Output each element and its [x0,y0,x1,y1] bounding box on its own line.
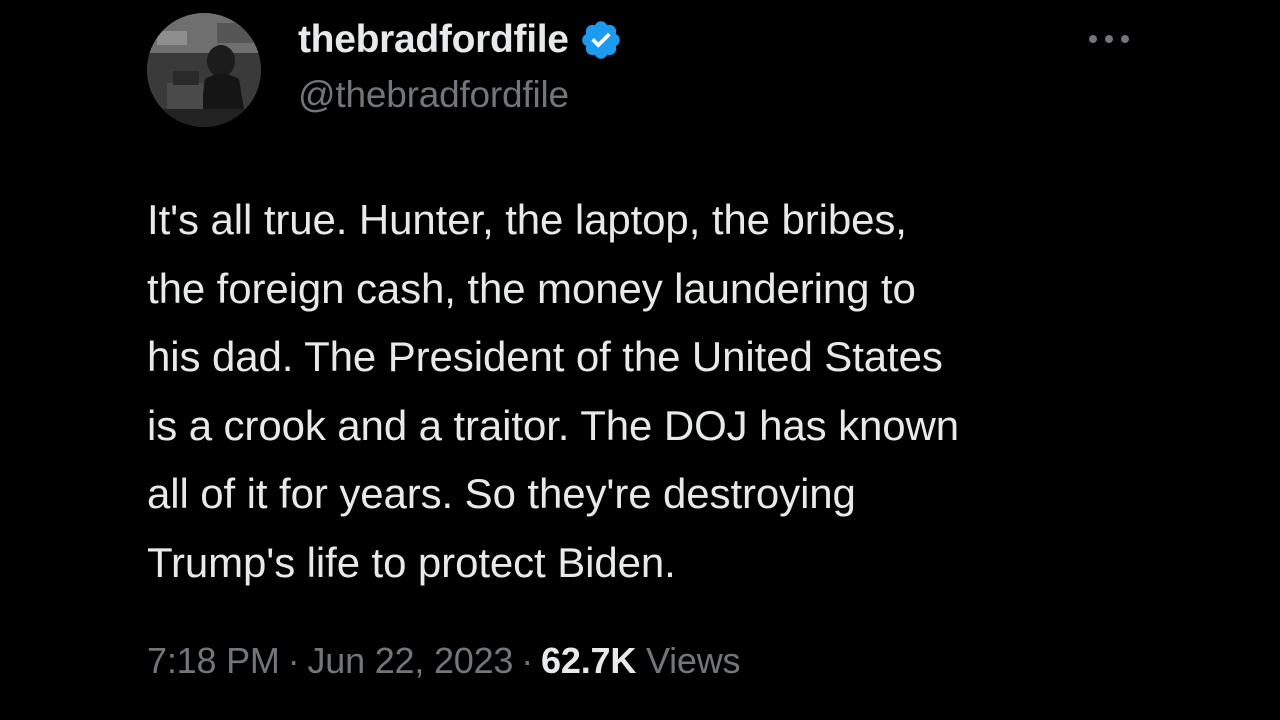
tweet-text-line: all of it for years. So they're destroyi… [147,470,856,517]
meta-separator: · [521,640,534,681]
meta-separator: · [287,640,300,681]
tweet-text-line: It's all true. Hunter, the laptop, the b… [147,196,907,243]
author-handle[interactable]: @thebradfordfile [298,74,569,116]
tweet-text-line: the foreign cash, the money laundering t… [147,264,916,312]
tweet-time[interactable]: 7:18 PM [147,640,280,681]
author-display-name[interactable]: thebradfordfile [298,18,569,62]
views-label: Views [645,640,741,681]
tweet-text-line: is a crook and a traitor. The DOJ has kn… [147,401,959,449]
author-name-row: thebradfordfile [298,14,623,66]
tweet-text: It's all true. Hunter, the laptop, the b… [147,186,1157,597]
tweet-text-line: his dad. The President of the United Sta… [147,333,943,380]
avatar[interactable] [147,13,261,127]
verified-badge-icon [581,21,620,59]
more-options-icon[interactable] [1085,26,1133,52]
avatar-image [147,13,261,127]
tweet-card: thebradfordfile @thebradfordfile It's al… [0,0,1280,720]
views-count[interactable]: 62.7K [541,640,636,681]
tweet-text-line: Trump's life to protect Biden. [147,538,676,586]
tweet-metadata: 7:18 PM · Jun 22, 2023 · 62.7K Views [147,640,741,682]
tweet-date[interactable]: Jun 22, 2023 [307,640,513,681]
